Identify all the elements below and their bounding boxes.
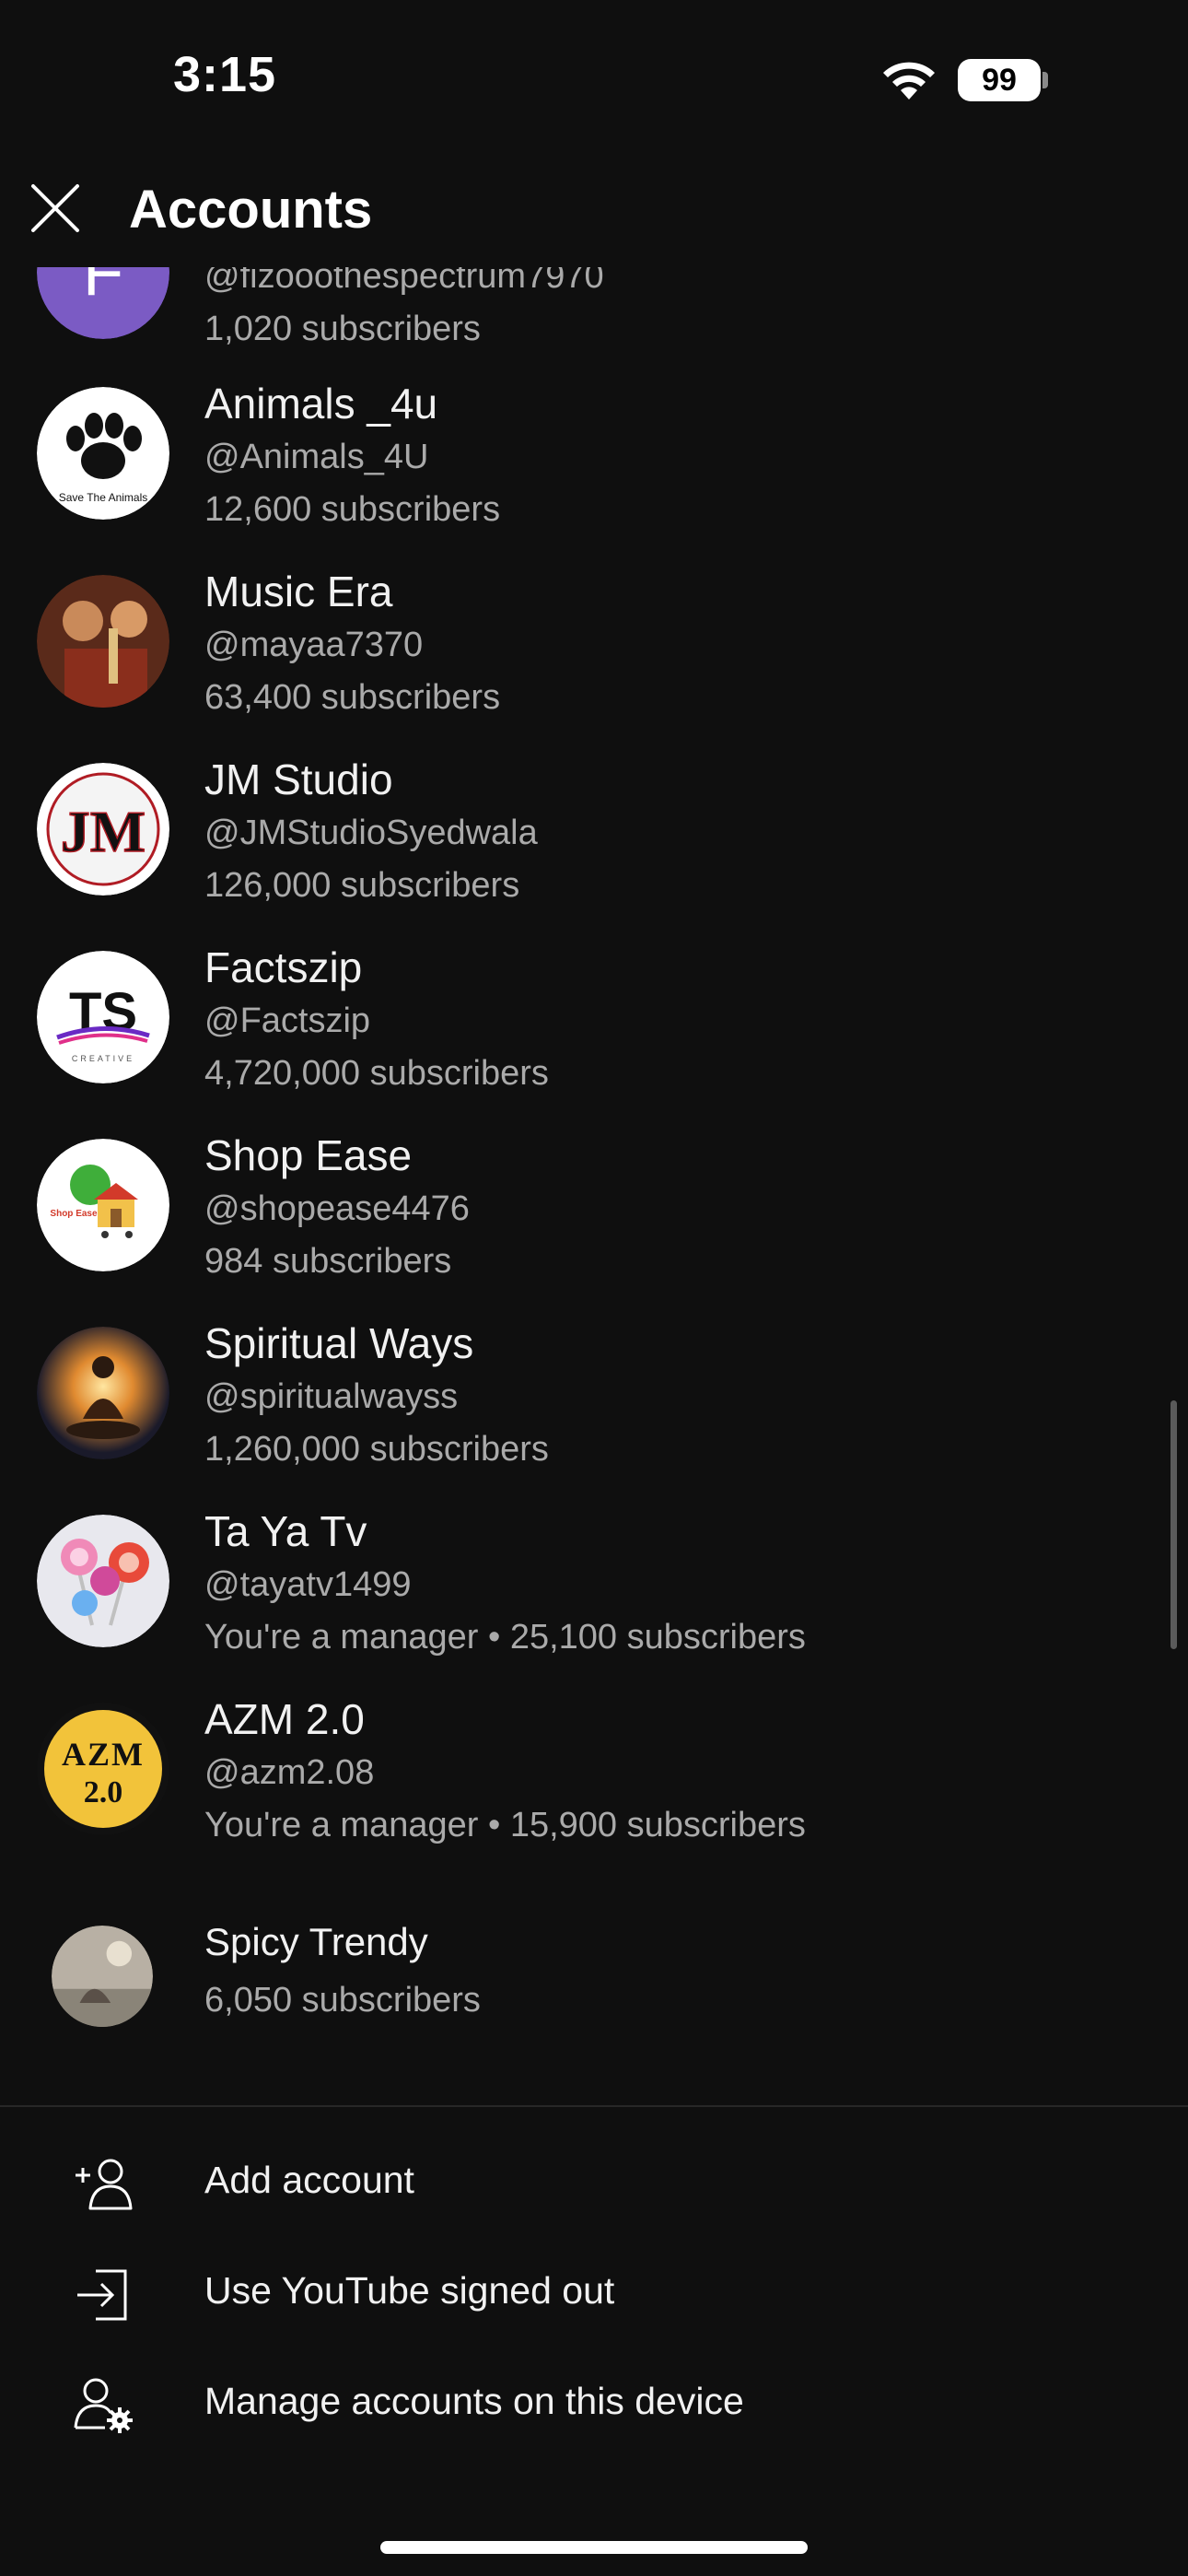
account-name: Shop Ease bbox=[204, 1131, 413, 1179]
account-row[interactable]: TS CREATIVE Factszip @Factszip 4,720,000… bbox=[0, 943, 1188, 1139]
account-name: Spicy Trendy bbox=[204, 1920, 428, 1963]
manage-accounts-button[interactable]: Manage accounts on this device bbox=[0, 2354, 1188, 2455]
add-person-icon bbox=[76, 2159, 133, 2210]
account-subscribers: 12,600 subscribers bbox=[204, 490, 501, 529]
account-handle: @Animals_4U bbox=[204, 438, 429, 476]
account-row[interactable]: F @fizooothespectrum7970 1,020 subscribe… bbox=[0, 267, 1188, 372]
account-row[interactable]: Ta Ya Tv @tayatv1499 You're a manager • … bbox=[0, 1507, 1188, 1703]
avatar: TS CREATIVE bbox=[37, 951, 169, 1083]
avatar-text: Save The Animals bbox=[59, 491, 148, 504]
person-settings-icon bbox=[74, 2378, 133, 2433]
account-subscribers: 984 subscribers bbox=[204, 1242, 452, 1281]
account-subscribers: 6,050 subscribers bbox=[204, 1981, 481, 2020]
account-row[interactable]: Save The Animals Animals _4u @Animals_4U… bbox=[0, 380, 1188, 575]
avatar bbox=[52, 1926, 153, 2027]
scrollbar[interactable] bbox=[1171, 1400, 1177, 1649]
account-handle: @shopease4476 bbox=[204, 1189, 470, 1228]
account-handle: @spiritualwayss bbox=[204, 1377, 459, 1416]
account-name: JM Studio bbox=[204, 755, 393, 803]
account-handle: @azm2.08 bbox=[204, 1753, 375, 1792]
avatar-text: JM bbox=[61, 799, 146, 864]
avatar: JM bbox=[37, 763, 169, 896]
account-handle: @mayaa7370 bbox=[204, 626, 424, 664]
account-handle: @Factszip bbox=[204, 1001, 371, 1040]
manage-accounts-label: Manage accounts on this device bbox=[204, 2380, 744, 2422]
account-name: Music Era bbox=[204, 568, 393, 615]
account-row[interactable]: JM JM Studio @JMStudioSyedwala 126,000 s… bbox=[0, 755, 1188, 951]
avatar-letter: F bbox=[83, 267, 123, 310]
account-name: Ta Ya Tv bbox=[204, 1507, 367, 1555]
status-time: 3:15 bbox=[173, 47, 277, 102]
avatar: Save The Animals bbox=[37, 387, 169, 520]
account-row[interactable]: Spicy Trendy 6,050 subscribers bbox=[0, 1920, 1188, 2073]
add-account-label: Add account bbox=[204, 2159, 414, 2201]
close-icon[interactable] bbox=[26, 179, 85, 238]
account-name: AZM 2.0 bbox=[204, 1695, 365, 1743]
avatar-subtext: CREATIVE bbox=[72, 1054, 134, 1063]
avatar bbox=[37, 1515, 169, 1647]
account-subscribers: 63,400 subscribers bbox=[204, 678, 501, 717]
wifi-icon bbox=[883, 62, 935, 100]
account-handle: @fizooothespectrum7970 bbox=[204, 267, 604, 296]
account-handle: @JMStudioSyedwala bbox=[204, 814, 538, 852]
use-signed-out-button[interactable]: Use YouTube signed out bbox=[0, 2243, 1188, 2345]
account-subscribers: You're a manager • 25,100 subscribers bbox=[204, 1618, 806, 1657]
page-title: Accounts bbox=[129, 180, 373, 240]
avatar: AZM 2.0 bbox=[37, 1703, 169, 1835]
avatar: F bbox=[37, 267, 169, 339]
account-subscribers: 1,260,000 subscribers bbox=[204, 1430, 549, 1469]
avatar bbox=[37, 575, 169, 708]
account-row[interactable]: AZM 2.0 AZM 2.0 @azm2.08 You're a manage… bbox=[0, 1695, 1188, 1891]
accounts-list[interactable]: F @fizooothespectrum7970 1,020 subscribe… bbox=[0, 267, 1188, 2073]
account-subscribers: 1,020 subscribers bbox=[204, 310, 481, 348]
avatar-text: Shop Ease bbox=[50, 1209, 98, 1219]
account-subscribers: 126,000 subscribers bbox=[204, 866, 520, 905]
avatar-text: AZM bbox=[62, 1736, 145, 1773]
battery-indicator: 99 bbox=[958, 59, 1041, 101]
avatar: Shop Ease bbox=[37, 1139, 169, 1271]
account-subscribers: You're a manager • 15,900 subscribers bbox=[204, 1806, 806, 1844]
home-indicator[interactable] bbox=[380, 2541, 808, 2554]
add-account-button[interactable]: Add account bbox=[0, 2133, 1188, 2234]
status-bar: 3:15 99 bbox=[0, 0, 1188, 157]
account-name: Spiritual Ways bbox=[204, 1319, 474, 1367]
account-row[interactable]: Music Era @mayaa7370 63,400 subscribers bbox=[0, 568, 1188, 763]
account-name: Factszip bbox=[204, 943, 363, 991]
divider bbox=[0, 2105, 1188, 2107]
sign-in-icon bbox=[77, 2269, 127, 2321]
account-name: Animals _4u bbox=[204, 380, 438, 427]
use-signed-out-label: Use YouTube signed out bbox=[204, 2269, 615, 2312]
account-row[interactable]: Spiritual Ways @spiritualwayss 1,260,000… bbox=[0, 1319, 1188, 1515]
avatar bbox=[37, 1327, 169, 1459]
avatar-subtext: 2.0 bbox=[84, 1775, 123, 1809]
header: Accounts bbox=[0, 157, 1188, 267]
battery-nub bbox=[1042, 72, 1048, 88]
account-subscribers: 4,720,000 subscribers bbox=[204, 1054, 549, 1093]
account-handle: @tayatv1499 bbox=[204, 1565, 412, 1604]
account-row[interactable]: Shop Ease Shop Ease @shopease4476 984 su… bbox=[0, 1131, 1188, 1327]
